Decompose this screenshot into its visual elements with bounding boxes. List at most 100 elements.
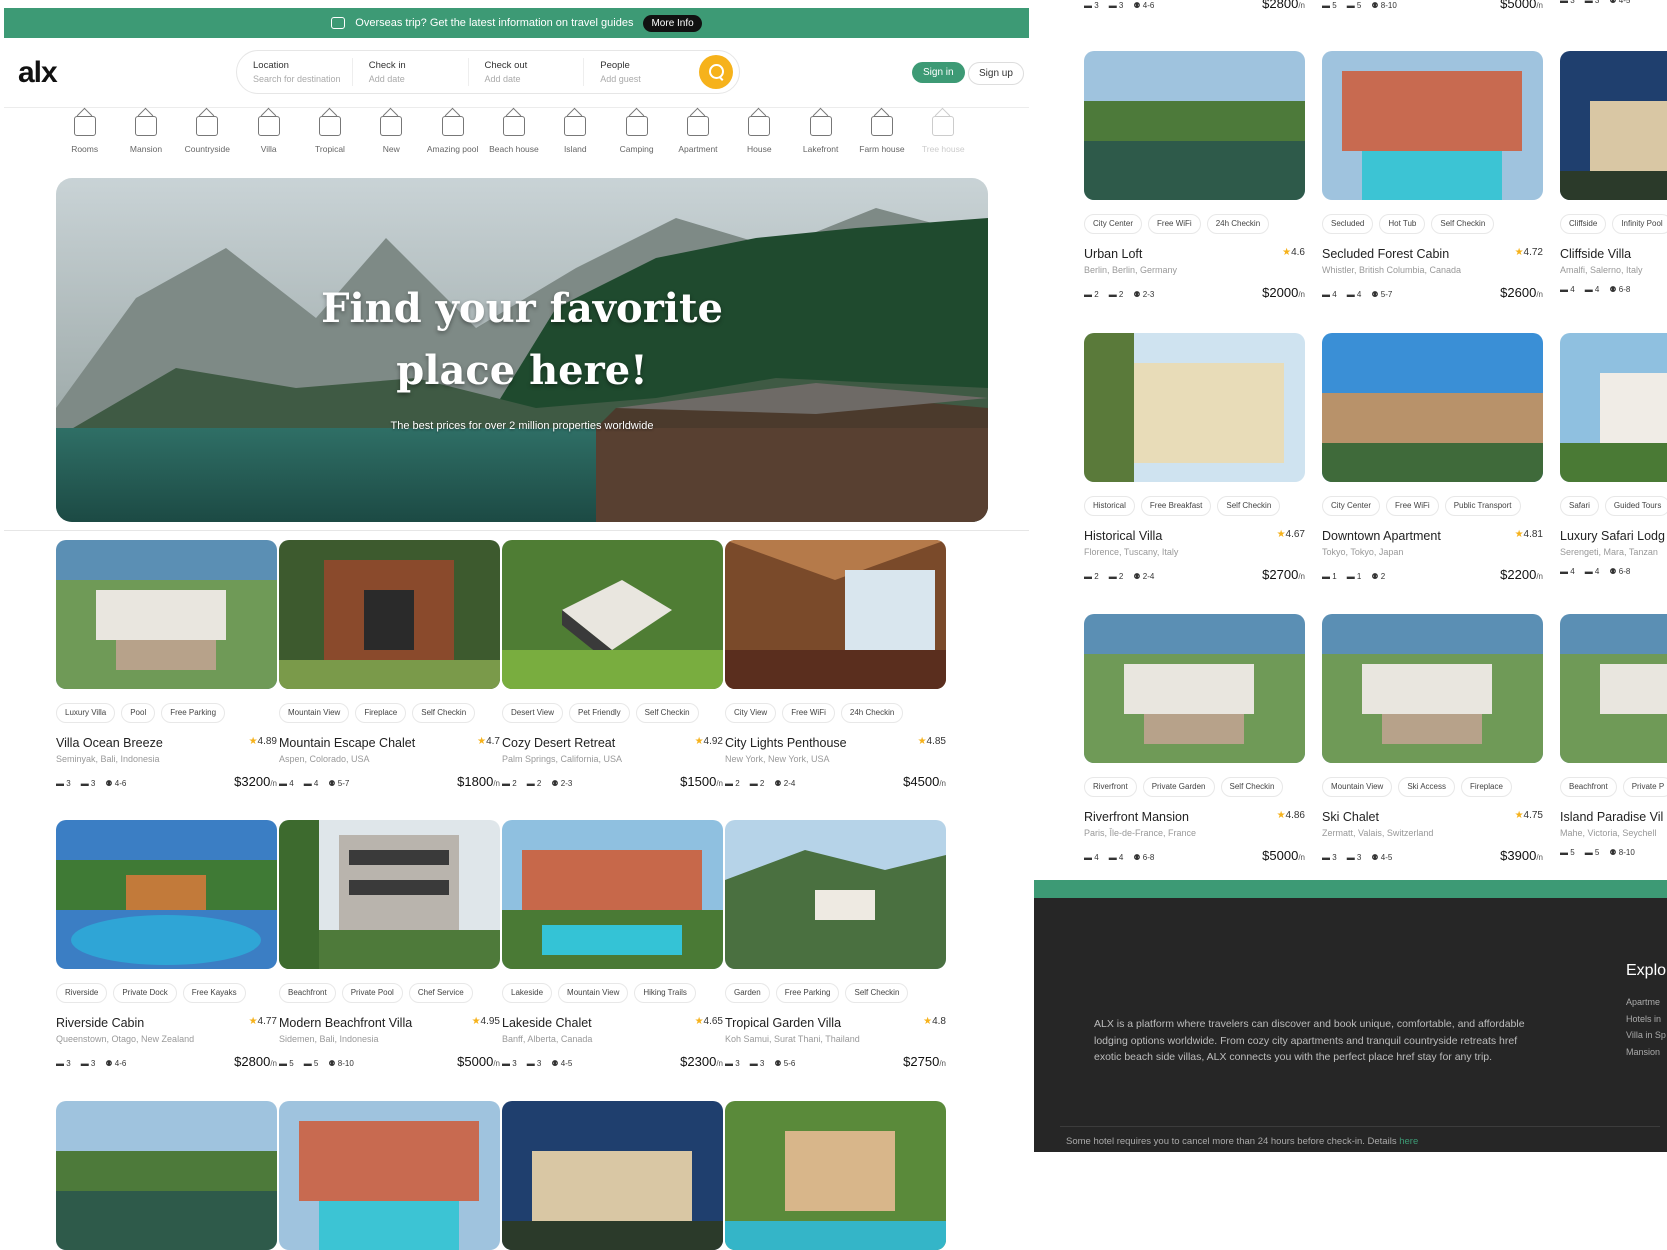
check-in-field[interactable]: Check in Add date bbox=[353, 58, 469, 86]
listing-card[interactable]: Riverfront Private Garden Self Checkin Riv… bbox=[1084, 614, 1305, 863]
category-rooms[interactable]: Rooms bbox=[54, 116, 115, 166]
listing-name[interactable]: Ski Chalet bbox=[1322, 810, 1379, 824]
listing-card[interactable] bbox=[725, 1101, 946, 1250]
listing-card[interactable]: City View Free WiFi 24h Checkin City Light… bbox=[725, 540, 946, 789]
more-info-button[interactable]: More Info bbox=[643, 14, 702, 32]
listing-name[interactable]: Cozy Desert Retreat bbox=[502, 736, 615, 750]
category-island[interactable]: Island bbox=[545, 116, 606, 166]
listing-card[interactable]: Riverside Private Dock Free Kayaks Riversi… bbox=[56, 820, 277, 1069]
listing-name[interactable]: Secluded Forest Cabin bbox=[1322, 247, 1449, 261]
category-house[interactable]: House bbox=[729, 116, 790, 166]
star-icon: ★ bbox=[1514, 247, 1524, 258]
category-farm-house[interactable]: Farm house bbox=[851, 116, 912, 166]
footer-link[interactable]: Apartme bbox=[1626, 994, 1666, 1011]
category-villa[interactable]: Villa bbox=[238, 116, 299, 166]
footer-link[interactable]: Villa in Sp bbox=[1626, 1027, 1666, 1044]
listing-card[interactable]: Beachfront Private P Island Paradise Vil … bbox=[1560, 614, 1667, 857]
category-tropical[interactable]: Tropical bbox=[299, 116, 360, 166]
listing-name[interactable]: Mountain Escape Chalet bbox=[279, 736, 415, 750]
guests-range: 6-8 bbox=[1618, 285, 1631, 294]
listing-card[interactable]: Cliffside Infinity Pool Cliffside Villa A… bbox=[1560, 51, 1667, 294]
listing-photo[interactable] bbox=[56, 540, 277, 689]
listing-photo[interactable] bbox=[1560, 51, 1667, 200]
listing-photo[interactable] bbox=[502, 1101, 723, 1250]
listing-card[interactable]: Desert View Pet Friendly Self Checkin Cozy… bbox=[502, 540, 723, 789]
listing-photo[interactable] bbox=[279, 820, 500, 969]
listing-photo[interactable] bbox=[1084, 614, 1305, 763]
location-field[interactable]: Location Search for destination bbox=[237, 58, 353, 86]
listing-card-partial[interactable]: ▬ 3 ▬ 3 ⚉ 4-5 bbox=[1560, 0, 1667, 5]
listing-card[interactable]: Mountain View Ski Access Fireplace Ski Cha… bbox=[1322, 614, 1543, 863]
category-tree-house[interactable]: Tree house bbox=[913, 116, 974, 166]
check-out-field[interactable]: Check out Add date bbox=[469, 58, 585, 86]
check-out-placeholder: Add date bbox=[484, 74, 521, 84]
alx-logo[interactable]: alx bbox=[18, 56, 58, 90]
listing-card-partial[interactable]: ▬ 5 ▬ 5 ⚉ 8-10 $5000/n bbox=[1322, 0, 1543, 11]
rating-value: 4.72 bbox=[1523, 247, 1543, 258]
listing-card[interactable]: Safari Guided Tours Luxury Safari Lodg Se… bbox=[1560, 333, 1667, 576]
listing-photo[interactable] bbox=[725, 540, 946, 689]
listing-name[interactable]: Cliffside Villa bbox=[1560, 247, 1631, 261]
listing-photo[interactable] bbox=[56, 820, 277, 969]
listing-name[interactable]: Luxury Safari Lodg bbox=[1560, 529, 1665, 543]
listing-photo[interactable] bbox=[279, 1101, 500, 1250]
listing-rating: ★4.81 bbox=[1515, 529, 1543, 543]
listing-location: Paris, Île-de-France, France bbox=[1084, 828, 1197, 838]
listing-card[interactable]: Mountain View Fireplace Self Checkin Mount… bbox=[279, 540, 500, 789]
listing-photo[interactable] bbox=[1084, 51, 1305, 200]
listing-card[interactable] bbox=[279, 1101, 500, 1250]
listing-name[interactable]: Urban Loft bbox=[1084, 247, 1142, 261]
listing-photo[interactable] bbox=[502, 820, 723, 969]
details-link[interactable]: here bbox=[1399, 1136, 1418, 1147]
listing-card[interactable] bbox=[56, 1101, 277, 1250]
listing-card[interactable]: Garden Free Parking Self Checkin Tropical … bbox=[725, 820, 946, 1069]
listing-name[interactable]: Downtown Apartment bbox=[1322, 529, 1441, 543]
listing-name[interactable]: Lakeside Chalet bbox=[502, 1016, 592, 1030]
listing-photo[interactable] bbox=[1560, 333, 1667, 482]
listing-name[interactable]: City Lights Penthouse bbox=[725, 736, 847, 750]
listing-name[interactable]: Tropical Garden Villa bbox=[725, 1016, 841, 1030]
listing-name[interactable]: Island Paradise Vil bbox=[1560, 810, 1663, 824]
listing-photo[interactable] bbox=[1322, 333, 1543, 482]
search-icon[interactable] bbox=[699, 55, 733, 89]
listing-card[interactable]: City Center Free WiFi Public Transport Dow… bbox=[1322, 333, 1543, 582]
listing-name[interactable]: Riverside Cabin bbox=[56, 1016, 144, 1030]
listing-photo[interactable] bbox=[1084, 333, 1305, 482]
listing-photo[interactable] bbox=[725, 820, 946, 969]
listing-name[interactable]: Villa Ocean Breeze bbox=[56, 736, 163, 750]
listing-card[interactable]: Luxury Villa Pool Free Parking Villa Ocean… bbox=[56, 540, 277, 789]
listing-card[interactable] bbox=[502, 1101, 723, 1250]
people-field[interactable]: People Add guest bbox=[584, 58, 699, 86]
listing-photo[interactable] bbox=[1560, 614, 1667, 763]
category-lakefront[interactable]: Lakefront bbox=[790, 116, 851, 166]
listing-card-partial[interactable]: ▬ 3 ▬ 3 ⚉ 4-6 $2800/n bbox=[1084, 0, 1305, 11]
listing-card[interactable]: Historical Free Breakfast Self Checkin His… bbox=[1084, 333, 1305, 582]
listing-photo[interactable] bbox=[56, 1101, 277, 1250]
footer-link[interactable]: Hotels in bbox=[1626, 1011, 1666, 1028]
listing-photo[interactable] bbox=[502, 540, 723, 689]
listing-photo[interactable] bbox=[1322, 51, 1543, 200]
listing-card[interactable]: Secluded Hot Tub Self Checkin Secluded For… bbox=[1322, 51, 1543, 300]
beds-count: 2 bbox=[1094, 572, 1099, 581]
listing-photo[interactable] bbox=[279, 540, 500, 689]
category-mansion[interactable]: Mansion bbox=[115, 116, 176, 166]
category-amazing-pool[interactable]: Amazing pool bbox=[422, 116, 483, 166]
listing-name[interactable]: Historical Villa bbox=[1084, 529, 1162, 543]
price-value: $5000 bbox=[1500, 0, 1537, 11]
footer-link[interactable]: Mansion bbox=[1626, 1044, 1666, 1061]
listing-photo[interactable] bbox=[725, 1101, 946, 1250]
listing-card[interactable]: City Center Free WiFi 24h Checkin Urban Lo… bbox=[1084, 51, 1305, 300]
category-countryside[interactable]: Countryside bbox=[177, 116, 238, 166]
listing-photo[interactable] bbox=[1322, 614, 1543, 763]
sign-in-button[interactable]: Sign in bbox=[912, 62, 965, 83]
sign-up-button[interactable]: Sign up bbox=[968, 62, 1024, 85]
category-apartment[interactable]: Apartment bbox=[667, 116, 728, 166]
category-beach-house[interactable]: Beach house bbox=[483, 116, 544, 166]
listing-name[interactable]: Riverfront Mansion bbox=[1084, 810, 1189, 824]
category-new[interactable]: New bbox=[361, 116, 422, 166]
listing-name[interactable]: Modern Beachfront Villa bbox=[279, 1016, 412, 1030]
listing-card[interactable]: Lakeside Mountain View Hiking Trails Lakes… bbox=[502, 820, 723, 1069]
listing-card[interactable]: Beachfront Private Pool Chef Service Moder… bbox=[279, 820, 500, 1069]
category-camping[interactable]: Camping bbox=[606, 116, 667, 166]
category-label: Tree house bbox=[921, 144, 965, 154]
